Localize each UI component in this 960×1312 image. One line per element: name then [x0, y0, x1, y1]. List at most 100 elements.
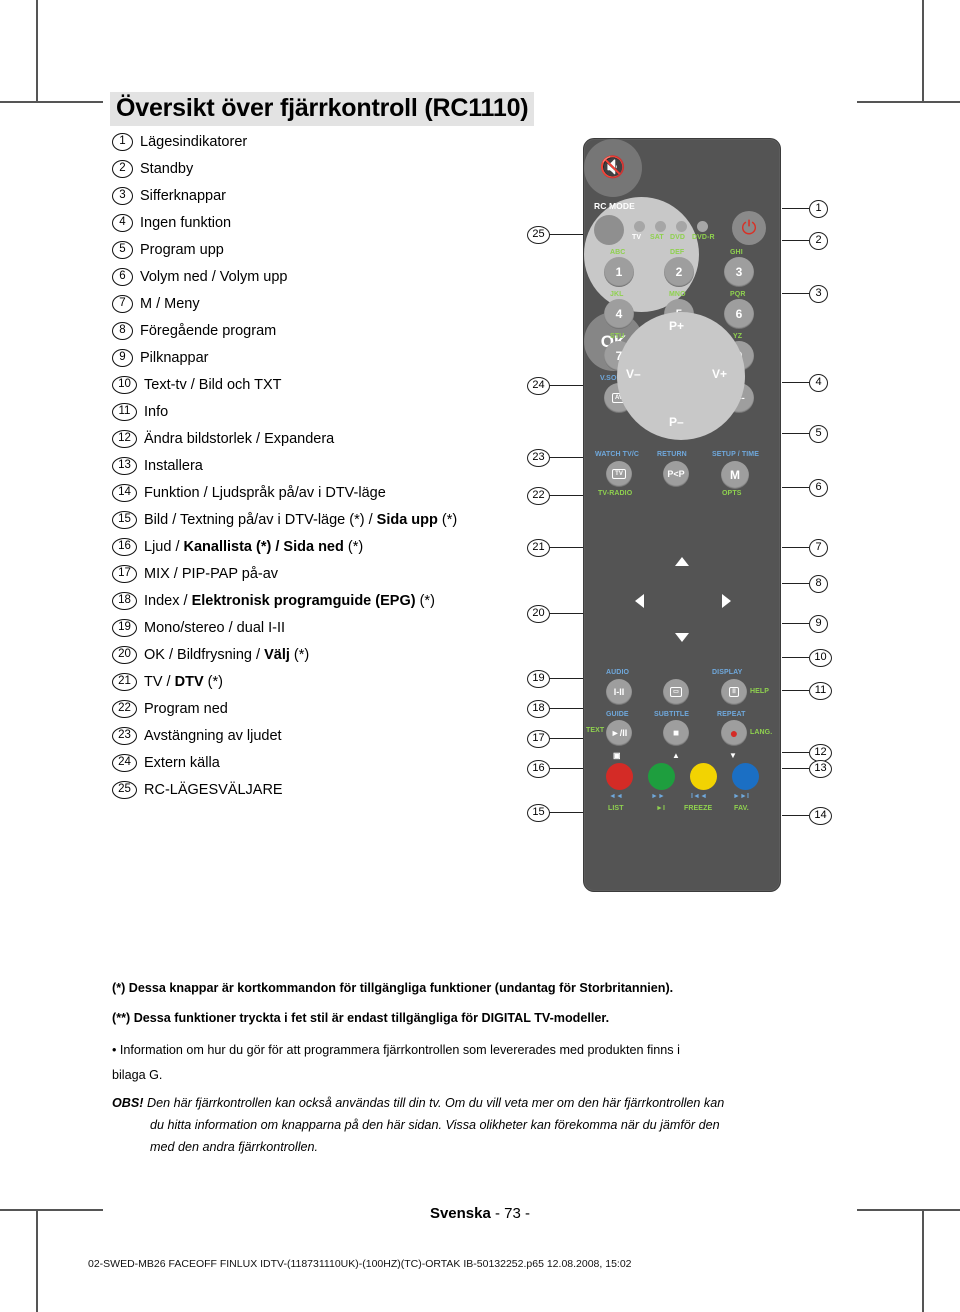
- ring-label-p-up: P+: [669, 319, 685, 333]
- legend-number-20: 20: [112, 646, 137, 664]
- arrow-left-icon[interactable]: [635, 594, 644, 608]
- note-double-star: (**) Dessa funktioner tryckta i fet stil…: [112, 1011, 610, 1025]
- opts-label: OPTS: [722, 490, 742, 497]
- tv-dtv-button[interactable]: TV: [606, 461, 632, 487]
- key-6[interactable]: 6: [724, 299, 754, 329]
- legend-item-21: 21 TV / DTV (*): [112, 672, 223, 692]
- key-letters-2: DEF: [670, 249, 685, 256]
- led-tv: [634, 221, 645, 232]
- audio-button[interactable]: I-II: [606, 679, 632, 705]
- setup-time-label: SETUP / TIME: [712, 451, 759, 458]
- menu-button[interactable]: M: [721, 461, 749, 489]
- legend-item-6: 6 Volym ned / Volym upp: [112, 267, 288, 287]
- callout-19: 19: [527, 670, 550, 688]
- info-button[interactable]: ⅠⅠ: [721, 679, 747, 705]
- legend-number-15: 15: [112, 511, 137, 529]
- ring-label-p-down: P–: [669, 415, 684, 429]
- display-label: DISPLAY: [712, 669, 743, 676]
- callout-line-25: [549, 234, 583, 235]
- info-icon: ⅠⅠ: [729, 687, 739, 697]
- legend-number-10: 10: [112, 376, 137, 394]
- callout-17: 17: [527, 730, 550, 748]
- obs-prefix: OBS!: [112, 1096, 144, 1110]
- legend-item-2: 2 Standby: [112, 159, 193, 179]
- key-2[interactable]: 2: [664, 257, 694, 287]
- key-4[interactable]: 4: [604, 299, 634, 329]
- callout-13: 13: [809, 760, 832, 778]
- crop-mark-top-left: [0, 101, 103, 103]
- legend-number-25: 25: [112, 781, 137, 799]
- previous-program-button[interactable]: P<P: [663, 461, 689, 487]
- rc-mode-button[interactable]: [594, 215, 624, 245]
- legend-text-4: Ingen funktion: [140, 215, 232, 231]
- callout-line-9: [782, 623, 809, 624]
- page-down-icon: ▼: [729, 751, 738, 760]
- callout-1: 1: [809, 200, 828, 218]
- list-label: LIST: [608, 805, 624, 812]
- callout-11: 11: [809, 682, 832, 700]
- legend-text-22: Program ned: [144, 701, 228, 717]
- power-button[interactable]: ⏻: [732, 211, 766, 245]
- legend-item-24: 24 Extern källa: [112, 753, 220, 773]
- record-button[interactable]: ●: [721, 720, 747, 746]
- callout-line-13: [782, 768, 809, 769]
- key-letters-6: PQR: [730, 291, 746, 298]
- play-pause-button[interactable]: ►/II: [606, 720, 632, 746]
- callout-14: 14: [809, 807, 832, 825]
- key-1[interactable]: 1: [604, 257, 634, 287]
- mute-button[interactable]: 🔇: [584, 139, 642, 197]
- red-button[interactable]: [606, 763, 633, 790]
- callout-line-18: [549, 708, 583, 709]
- yellow-button[interactable]: [690, 763, 717, 790]
- stop-button[interactable]: ■: [663, 720, 689, 746]
- arrow-down-icon[interactable]: [675, 633, 689, 642]
- callout-line-1: [782, 208, 809, 209]
- legend-text-13: Installera: [144, 458, 203, 474]
- tv-radio-label: TV-RADIO: [598, 490, 633, 497]
- callout-line-17: [549, 738, 583, 739]
- callout-line-6: [782, 487, 809, 488]
- return-label: RETURN: [657, 451, 687, 458]
- legend-text-10: Text-tv / Bild och TXT: [144, 377, 282, 393]
- callout-21: 21: [527, 539, 550, 557]
- legend-item-20: 20 OK / Bildfrysning / Välj (*): [112, 645, 309, 665]
- legend-text-25: RC-LÄGESVÄLJARE: [144, 782, 283, 798]
- legend-item-1: 1 Lägesindikatorer: [112, 132, 247, 152]
- key-3[interactable]: 3: [724, 257, 754, 287]
- key-letters-3: GHI: [730, 249, 743, 256]
- print-mark: 02-SWED-MB26 FACEOFF FINLUX IDTV-(118731…: [88, 1258, 632, 1270]
- legend-text-24: Extern källa: [144, 755, 220, 771]
- green-button[interactable]: [648, 763, 675, 790]
- crop-mark-top-left: [36, 0, 38, 103]
- rc-mode-label: RC MODE: [594, 201, 635, 211]
- legend-text-16: Ljud / Kanallista (*) / Sida ned (*): [144, 539, 364, 555]
- previous-track-label: I◄◄: [691, 793, 708, 800]
- arrow-up-icon[interactable]: [675, 557, 689, 566]
- rewind-label: ◄◄: [609, 793, 624, 800]
- legend-item-4: 4 Ingen funktion: [112, 213, 231, 233]
- callout-line-19: [549, 678, 583, 679]
- guide-label: GUIDE: [606, 711, 629, 718]
- arrow-right-icon[interactable]: [722, 594, 731, 608]
- legend-item-16: 16 Ljud / Kanallista (*) / Sida ned (*): [112, 537, 363, 557]
- legend-number-23: 23: [112, 727, 137, 745]
- page-footer: Svenska - 73 -: [0, 1205, 960, 1222]
- callout-line-15: [549, 812, 583, 813]
- key-letters-1: ABC: [610, 249, 626, 256]
- legend-text-14: Funktion / Ljudspråk på/av i DTV-läge: [144, 485, 386, 501]
- key-letters-9: YZ: [733, 333, 743, 340]
- key-letters-7: STU: [610, 333, 625, 340]
- text-tv-button[interactable]: ▭: [663, 679, 689, 705]
- callout-22: 22: [527, 487, 550, 505]
- callout-line-7: [782, 547, 809, 548]
- led-sat: [655, 221, 666, 232]
- callout-8: 8: [809, 575, 828, 593]
- legend-text-20: OK / Bildfrysning / Välj (*): [144, 647, 310, 663]
- fav-label: FAV.: [734, 805, 749, 812]
- legend-text-12: Ändra bildstorlek / Expandera: [144, 431, 335, 447]
- led-label-tv: TV: [632, 234, 642, 241]
- blue-button[interactable]: [732, 763, 759, 790]
- legend-item-25: 25 RC-LÄGESVÄLJARE: [112, 780, 283, 800]
- lang-label: LANG.: [750, 729, 773, 736]
- legend-text-2: Standby: [140, 161, 194, 177]
